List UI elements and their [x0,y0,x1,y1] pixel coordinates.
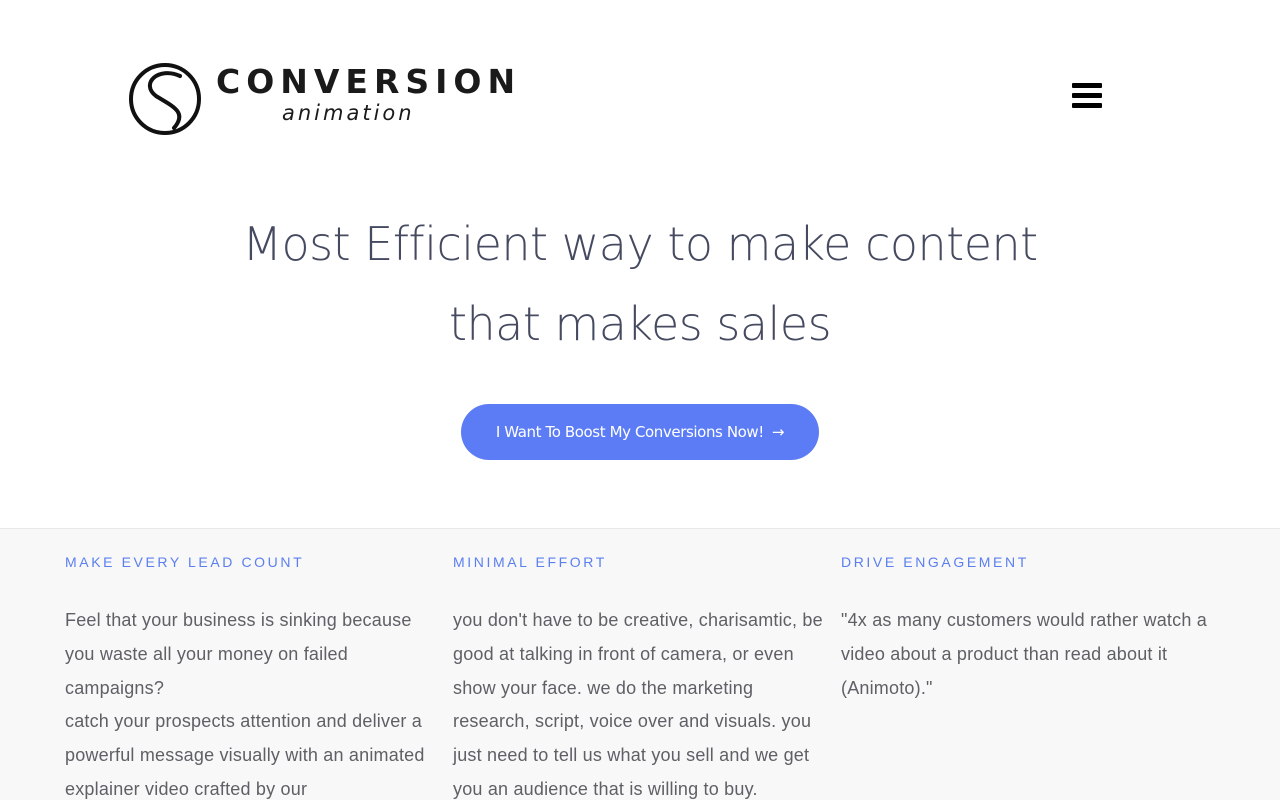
feature-column-effort: MINIMAL EFFORT you don't have to be crea… [453,553,833,800]
feature-column-engagement: DRIVE ENGAGEMENT "4x as many customers w… [841,553,1221,705]
menu-bar [1072,103,1102,108]
page: CONVERSION animation Most Efficient way … [0,0,1280,800]
feature-column-lead: MAKE EVERY LEAD COUNT Feel that your bus… [65,553,445,800]
hamburger-menu-icon[interactable] [1068,80,1104,112]
arrow-right-icon: → [771,423,785,441]
feature-paragraph: "4x as many customers would rather watch… [841,610,1207,698]
logo-wordmark: CONVERSION [216,62,522,101]
feature-paragraph: you don't have to be creative, charisamt… [453,610,823,799]
feature-paragraph: Feel that your business is sinking becau… [65,610,412,698]
menu-bar [1072,93,1102,98]
feature-paragraph: catch your prospects attention and deliv… [65,711,425,799]
site-logo[interactable]: CONVERSION animation [128,62,528,136]
feature-body: Feel that your business is sinking becau… [65,604,445,800]
features-section: MAKE EVERY LEAD COUNT Feel that your bus… [0,528,1280,800]
menu-bar [1072,83,1102,88]
logo-subtitle: animation [282,101,415,125]
logo-mark-icon [129,63,201,135]
feature-body: "4x as many customers would rather watch… [841,604,1221,705]
feature-body: you don't have to be creative, charisamt… [453,604,833,800]
hero-title-line-2: that makes sales [448,297,832,351]
feature-title: MINIMAL EFFORT [453,554,607,570]
feature-title: DRIVE ENGAGEMENT [841,554,1029,570]
cta-label: I Want To Boost My Conversions Now! [495,423,764,441]
hero-title-line-1: Most Efficient way to make content [242,217,1038,271]
boost-conversions-button[interactable]: I Want To Boost My Conversions Now! → [461,404,819,460]
feature-title: MAKE EVERY LEAD COUNT [65,554,305,570]
hero-title: Most Efficient way to make content that … [140,204,1140,364]
